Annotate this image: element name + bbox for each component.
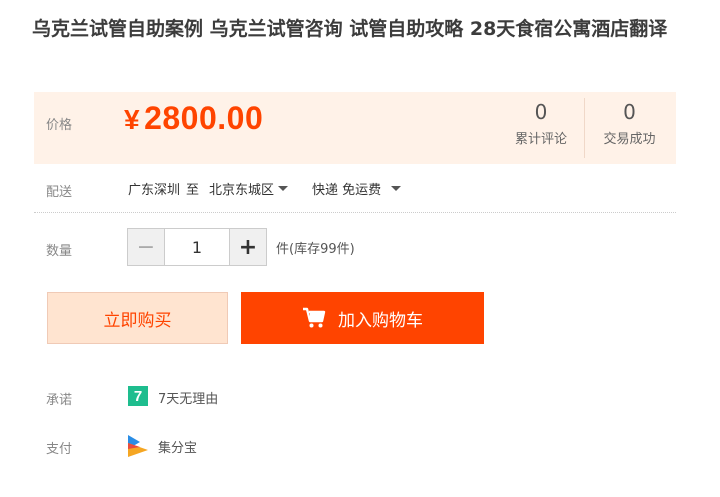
payment-label: 支付 [46, 442, 73, 457]
promise-label: 承诺 [46, 393, 73, 408]
chevron-down-icon [278, 186, 289, 191]
jifenbao-icon [128, 435, 148, 457]
price-panel: 价格 ¥2800.00 0 累计评论 0 交易成功 [34, 92, 676, 164]
shipping-method: 快递 免运费 [312, 183, 382, 198]
buy-now-button[interactable]: 立即购买 [47, 292, 228, 344]
price-label: 价格 [46, 118, 73, 133]
product-title: 乌克兰试管自助案例 乌克兰试管咨询 试管自助攻略 28天食宿公寓酒店翻译 [32, 18, 668, 40]
delivery-info: 广东深圳 至 北京东城区 快递 免运费 [128, 179, 425, 198]
delivery-destination: 北京东城区 [209, 183, 275, 198]
reviews-label: 累计评论 [514, 132, 567, 147]
price-value: ¥2800.00 [124, 100, 263, 137]
shipping-select[interactable]: 快递 免运费 [312, 179, 419, 198]
sales-label: 交易成功 [603, 132, 656, 147]
stock-info: 件(库存99件) [276, 242, 355, 257]
quantity-stepper: − 1 + [127, 228, 267, 266]
payment-text[interactable]: 集分宝 [158, 437, 197, 456]
price-amount: 2800.00 [144, 100, 264, 136]
add-to-cart-label: 加入购物车 [338, 310, 423, 331]
sales-count: 0 [623, 100, 636, 124]
sales-stat: 0 交易成功 [584, 98, 674, 158]
delivery-label: 配送 [46, 185, 73, 200]
seven-day-return-icon: 7 [128, 386, 148, 406]
delivery-to-word: 至 [186, 183, 200, 198]
currency-symbol: ¥ [124, 104, 141, 135]
delivery-destination-select[interactable]: 北京东城区 [209, 179, 306, 198]
reviews-count: 0 [534, 100, 548, 124]
cart-icon [303, 307, 326, 328]
promise-text[interactable]: 7天无理由 [158, 388, 218, 407]
add-to-cart-button[interactable]: 加入购物车 [241, 292, 484, 344]
chevron-down-icon [391, 186, 402, 191]
delivery-from: 广东深圳 [128, 183, 181, 198]
reviews-stat[interactable]: 0 累计评论 [496, 98, 586, 147]
quantity-label: 数量 [46, 244, 73, 259]
quantity-input[interactable]: 1 [164, 229, 230, 265]
divider [34, 212, 676, 213]
quantity-decrease-button[interactable]: − [128, 229, 164, 265]
quantity-increase-button[interactable]: + [230, 229, 266, 265]
